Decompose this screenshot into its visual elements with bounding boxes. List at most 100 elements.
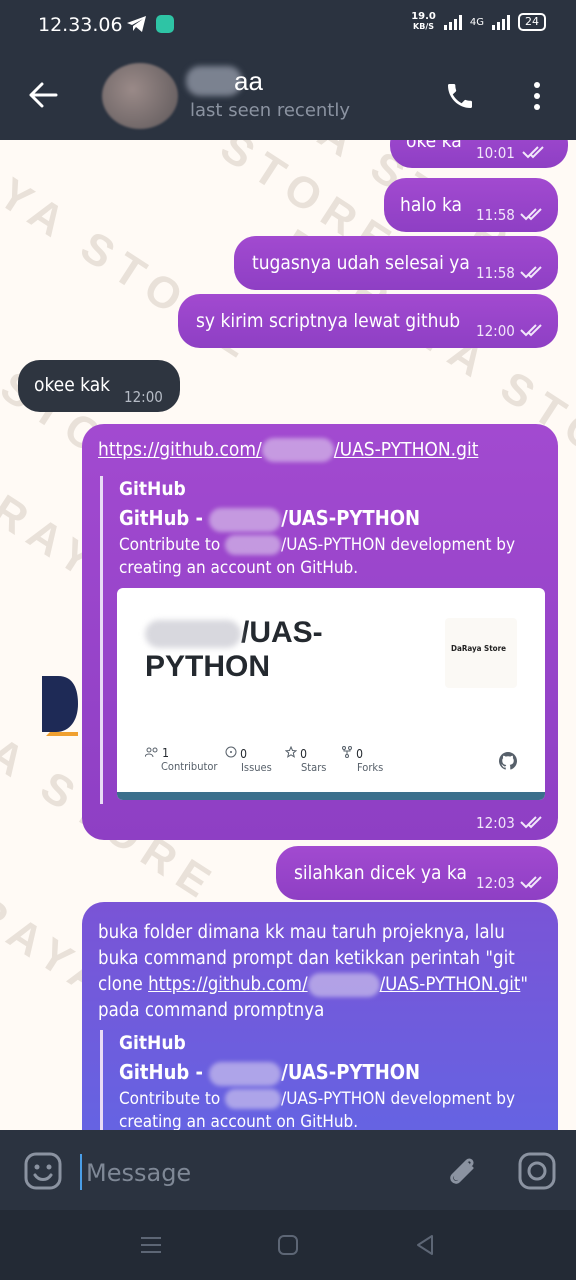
preview-title-suffix: /UAS-PYTHON — [281, 1060, 421, 1084]
message-line4: pada command promptnya — [98, 1000, 325, 1021]
net-speed: 19.0 KB/S — [411, 12, 436, 32]
repo-name: /UAS- PYTHON — [145, 616, 323, 684]
phone-call-icon[interactable] — [444, 80, 476, 112]
message-text: silahkan dicek ya ka — [294, 862, 467, 884]
stat-contributor: 1 Contributor — [144, 746, 218, 773]
stat-value: 0 — [300, 747, 308, 761]
camera-icon[interactable] — [518, 1152, 556, 1190]
battery-icon: 24 — [518, 13, 546, 31]
desc-prefix: Contribute to — [119, 1089, 221, 1109]
stat-label: Contributor — [161, 760, 218, 773]
read-checks-icon — [522, 146, 544, 159]
fork-icon — [342, 746, 352, 758]
message-time: 12:00 — [124, 388, 163, 406]
message-line2: buka command prompt dan ketikkan perinta… — [98, 948, 515, 969]
read-checks-icon — [520, 816, 542, 829]
status-time: 12.33.06 — [38, 14, 123, 36]
link-prefix[interactable]: https://github.com/ — [98, 439, 262, 461]
text-caret — [80, 1154, 82, 1190]
issue-icon — [225, 746, 237, 758]
github-preview-card[interactable]: /UAS- PYTHON DaRaya Store 1 Contributor … — [117, 588, 545, 800]
contact-name[interactable]: aa — [234, 66, 263, 97]
link-redaction — [261, 438, 334, 462]
message-text: oke ka — [406, 140, 462, 152]
more-options-icon[interactable] — [530, 80, 544, 112]
message-bubble-outgoing[interactable]: silahkan dicek ya ka 12:03 — [276, 846, 558, 900]
message-bubble-outgoing-link[interactable]: https://github.com/ /UAS-PYTHON.git GitHu… — [82, 424, 558, 840]
message-bubble-incoming[interactable]: okee kak 12:00 — [18, 360, 180, 412]
message-input[interactable] — [84, 1154, 388, 1192]
message-time: 12:03 — [476, 814, 515, 832]
message-text: okee kak — [34, 374, 111, 396]
link-prefix[interactable]: https://github.com/ — [148, 974, 308, 995]
store-logo-text: DaRaya Store — [451, 644, 507, 653]
avatar[interactable] — [102, 63, 178, 129]
read-checks-icon — [520, 266, 542, 279]
message-time: 12:00 — [476, 322, 515, 340]
app-notification-icon — [156, 15, 174, 33]
stat-issues: 0 Issues — [225, 746, 272, 774]
preview-title: GitHub - /UAS-PYTHON — [119, 1060, 420, 1086]
message-bubble-outgoing[interactable]: oke ka 10:01 — [390, 140, 568, 168]
message-text: tugasnya udah selesai ya — [252, 252, 470, 274]
desc-line2: creating an account on GitHub. — [119, 558, 359, 578]
message-time: 11:58 — [476, 264, 515, 282]
link-redaction — [307, 973, 380, 997]
message-link[interactable]: https://github.com/ /UAS-PYTHON.git — [98, 438, 478, 462]
stat-value: 0 — [356, 747, 364, 761]
recent-apps-icon[interactable] — [140, 1234, 162, 1256]
preview-description: Contribute to /UAS-PYTHON development by… — [119, 1088, 515, 1130]
read-checks-icon — [520, 324, 542, 337]
message-bubble-outgoing[interactable]: sy kirim scriptnya lewat github 12:00 — [178, 294, 558, 348]
message-text: halo ka — [400, 194, 462, 216]
preview-description: Contribute to /UAS-PYTHON development by… — [119, 534, 515, 580]
stat-label: Forks — [357, 761, 384, 774]
repo-line2: PYTHON — [145, 650, 271, 683]
link-suffix[interactable]: /UAS-PYTHON.git — [334, 439, 479, 461]
signal-icon-2 — [492, 14, 510, 30]
back-arrow-icon[interactable] — [28, 82, 58, 108]
link-suffix[interactable]: /UAS-PYTHON.git — [380, 974, 521, 995]
preview-title-prefix: GitHub - — [119, 506, 204, 530]
sticker-icon[interactable] — [24, 1152, 62, 1190]
system-nav-bar — [0, 1210, 576, 1280]
link-preview[interactable]: GitHub GitHub - /UAS-PYTHON Contribute t… — [100, 1030, 551, 1130]
stat-value: 1 — [162, 746, 170, 760]
preview-site-name: GitHub — [119, 1032, 186, 1054]
read-checks-icon — [520, 876, 542, 889]
attach-icon[interactable] — [444, 1152, 480, 1190]
message-bubble-outgoing[interactable]: tugasnya udah selesai ya 11:58 — [234, 236, 558, 290]
net-speed-value: 19.0 — [411, 11, 436, 22]
chat-area[interactable]: DARAYA STORE DARAYA STORE DARAYA STORE D… — [0, 140, 576, 1130]
preview-title: GitHub - /UAS-PYTHON — [119, 506, 420, 532]
github-logo-icon — [499, 752, 517, 770]
message-text: buka folder dimana kk mau taruh projekny… — [98, 920, 528, 1024]
card-accent-bar — [117, 792, 545, 800]
preview-title-suffix: /UAS-PYTHON — [281, 506, 421, 530]
message-bubble-outgoing[interactable]: halo ka 11:58 — [384, 178, 558, 232]
net-speed-unit: KB/S — [413, 22, 435, 31]
link-preview[interactable]: GitHub GitHub - /UAS-PYTHON Contribute t… — [100, 476, 551, 804]
back-nav-icon[interactable] — [414, 1234, 436, 1256]
title-redaction — [209, 507, 282, 532]
message-time: 11:58 — [476, 206, 515, 224]
message-time: 12:03 — [476, 874, 515, 892]
watermark-logo-icon — [42, 676, 78, 736]
repo-line1: /UAS- — [241, 616, 323, 649]
star-icon — [284, 745, 298, 758]
chat-header: aa last seen recently — [0, 52, 576, 140]
desc-suffix: /UAS-PYTHON development by — [281, 535, 516, 555]
stat-stars: 0 Stars — [284, 745, 326, 774]
desc-redaction — [225, 535, 282, 555]
message-line3: clone https://github.com/ /UAS-PYTHON.git… — [98, 972, 528, 998]
status-bar: 12.33.06 19.0 KB/S 4G 24 — [0, 0, 576, 52]
line3-end: " — [520, 974, 528, 995]
desc-line2: creating an account on GitHub. — [119, 1112, 359, 1130]
people-icon — [144, 747, 158, 758]
battery-level: 24 — [525, 15, 539, 28]
preview-title-prefix: GitHub - — [119, 1060, 204, 1084]
telegram-notification-icon — [127, 16, 146, 32]
home-icon[interactable] — [277, 1234, 299, 1256]
message-bubble-outgoing-instruction[interactable]: buka folder dimana kk mau taruh projekny… — [82, 902, 558, 1130]
message-text: sy kirim scriptnya lewat github — [196, 310, 461, 332]
